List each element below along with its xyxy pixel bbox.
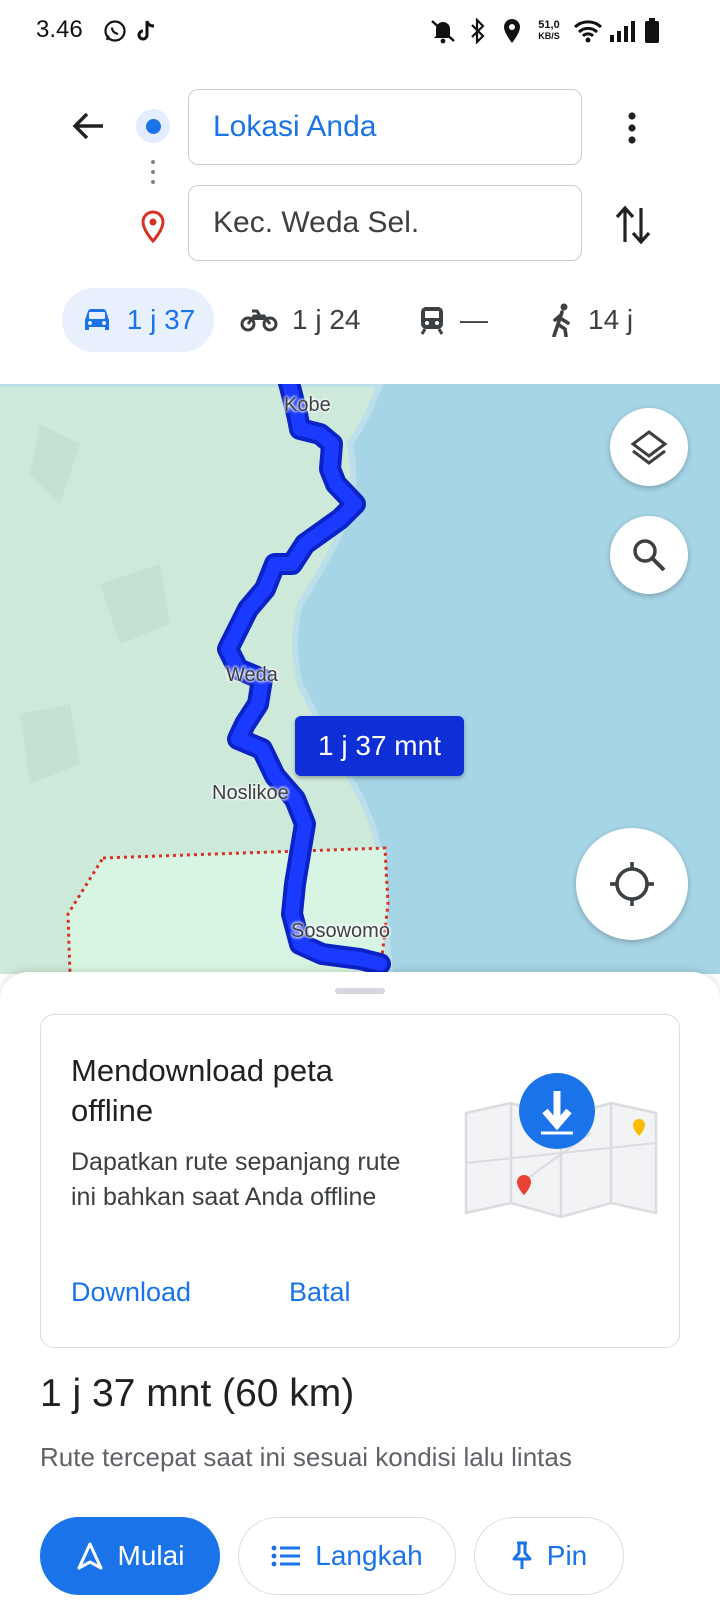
destination-pin-icon [139, 210, 169, 246]
route-duration-chip[interactable]: 1 j 37 mnt [295, 716, 464, 776]
my-location-button[interactable] [576, 828, 688, 940]
location-icon [500, 16, 524, 46]
destination-field[interactable]: Kec. Weda Sel. [188, 185, 582, 261]
origin-field[interactable]: Lokasi Anda [188, 89, 582, 165]
offline-map-card: Mendownload peta offline Dapatkan rute s… [40, 1014, 680, 1348]
back-arrow-icon [72, 112, 103, 140]
pin-icon [512, 1541, 532, 1569]
sheet-drag-handle[interactable] [335, 988, 385, 994]
net-speed: 51,0 KB/S [538, 19, 560, 42]
mode-tab-walking[interactable]: 14 j [550, 288, 640, 352]
car-icon [84, 309, 109, 330]
swap-locations-button[interactable] [608, 200, 658, 250]
bottom-sheet: Mendownload peta offline Dapatkan rute s… [0, 972, 720, 1612]
signal-icon [608, 16, 636, 46]
mode-motorcycle-label: 1 j 24 [292, 304, 361, 335]
steps-button-label: Langkah [315, 1540, 423, 1571]
start-button-label: Mulai [117, 1540, 185, 1571]
back-button[interactable] [62, 100, 114, 152]
place-label-kobe: Kobe [284, 394, 331, 416]
mode-car-label: 1 j 37 [126, 304, 196, 335]
pin-button-label: Pin [546, 1540, 588, 1571]
route-note: Rute tercepat saat ini sesuai kondisi la… [40, 1442, 572, 1472]
walking-icon [552, 303, 570, 337]
mode-transit-label: — [460, 304, 488, 335]
map-view[interactable]: Kobe Weda Noslikoe Sosowomo 1 j 37 mnt [0, 384, 720, 974]
wifi-icon [572, 16, 604, 46]
steps-button[interactable]: Langkah [238, 1517, 456, 1595]
crosshair-icon [610, 862, 654, 906]
offline-map-illustration [464, 1073, 658, 1219]
route-connector-dots [151, 160, 155, 192]
layers-button[interactable] [610, 408, 688, 486]
pin-button[interactable]: Pin [474, 1517, 624, 1595]
place-label-weda: Weda [226, 664, 278, 686]
navigation-arrow-icon [77, 1542, 103, 1570]
status-time: 3.46 [36, 16, 83, 43]
mode-walking-label: 14 j [588, 304, 634, 335]
mute-icon [428, 16, 458, 46]
start-button[interactable]: Mulai [40, 1517, 220, 1595]
tiktok-icon [136, 16, 158, 46]
more-options-button[interactable] [612, 106, 652, 150]
mode-tab-transit[interactable]: — [418, 288, 498, 352]
route-eta: 1 j 37 mnt (60 km) [40, 1372, 355, 1415]
battery-icon [642, 16, 662, 46]
offline-card-title: Mendownload peta offline [71, 1053, 333, 1128]
motorcycle-icon [240, 309, 278, 332]
offline-card-description: Dapatkan rute sepanjang rute ini bahkan … [71, 1148, 401, 1211]
bluetooth-icon [468, 16, 488, 46]
origin-dot-icon [136, 109, 170, 143]
map-search-button[interactable] [610, 516, 688, 594]
more-vert-icon [628, 112, 636, 144]
download-button[interactable]: Download [71, 1277, 191, 1308]
swap-vert-icon [615, 205, 651, 245]
place-label-noslikoe: Noslikoe [212, 782, 289, 804]
cancel-button[interactable]: Batal [289, 1277, 351, 1308]
list-icon [271, 1545, 301, 1567]
mode-tab-car[interactable]: 1 j 37 [62, 288, 214, 352]
place-label-sosowomo: Sosowomo [291, 920, 390, 942]
whatsapp-icon [102, 16, 128, 46]
mode-tab-motorcycle[interactable]: 1 j 24 [240, 288, 370, 352]
search-icon [633, 539, 666, 572]
train-icon [420, 307, 444, 335]
layers-icon [630, 430, 668, 465]
